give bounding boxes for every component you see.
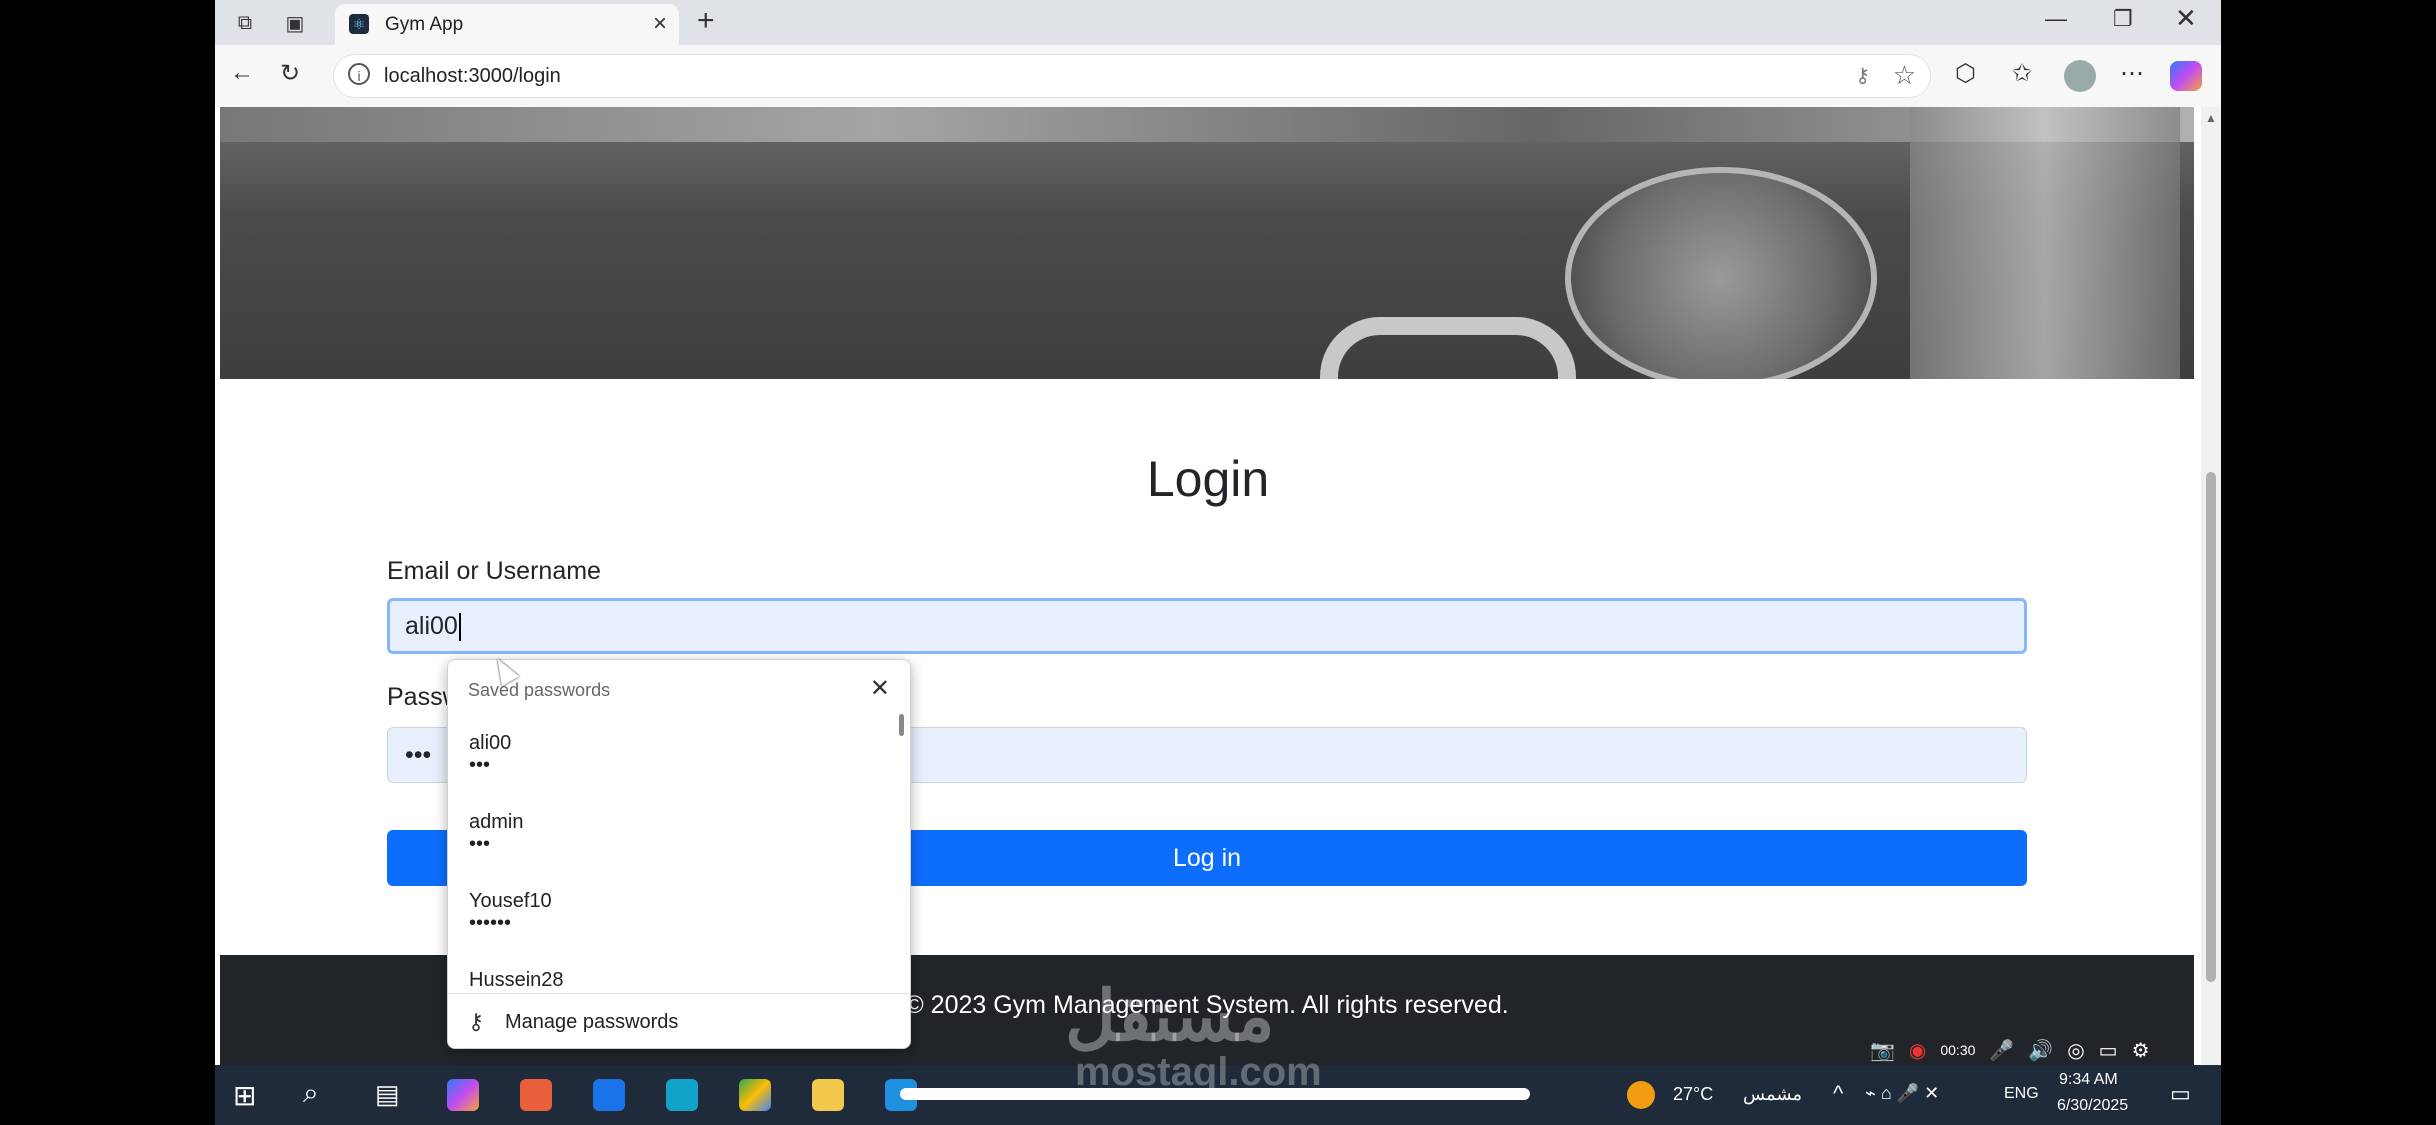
saved-password-item[interactable]: ali00 •••	[448, 710, 910, 789]
recorder-toolbar: 📷 ◉ 00:30 🎤 🔊 ◎ ▭ ⚙	[1870, 1035, 2150, 1065]
camera-icon[interactable]: 📷	[1870, 1038, 1895, 1063]
saved-password-item[interactable]: Hussein28	[448, 947, 910, 990]
more-menu-icon[interactable]: ⋯	[2120, 59, 2144, 88]
recorder-time: 00:30	[1940, 1042, 1976, 1058]
notifications-icon[interactable]: ▭	[2170, 1081, 2191, 1107]
chevron-up-icon[interactable]: ^	[1833, 1081, 1843, 1107]
outlook-icon[interactable]	[593, 1079, 625, 1111]
drive-icon[interactable]	[739, 1079, 771, 1111]
close-popup-icon[interactable]: ✕	[870, 674, 890, 703]
email-value: ali00	[405, 612, 458, 640]
weather-temp: 27°C	[1673, 1084, 1714, 1104]
scroll-up-icon[interactable]: ▲	[2205, 111, 2217, 125]
saved-username: admin	[469, 811, 524, 833]
saved-username: ali00	[469, 732, 512, 754]
saved-username: Yousef10	[469, 890, 552, 912]
tray-icons[interactable]: ⌁ ⌂ 🎤 ✕	[1865, 1083, 1939, 1104]
copilot-icon[interactable]	[2170, 61, 2202, 91]
new-tab-icon[interactable]: +	[697, 4, 715, 38]
saved-password-mask: •••	[469, 833, 491, 855]
profile-avatar[interactable]	[2064, 60, 2096, 92]
page-title: Login	[1146, 451, 1270, 507]
saved-passwords-popup: Saved passwords ✕ ali00 ••• admin ••• Yo…	[447, 659, 911, 1049]
email-label: Email or Username	[387, 557, 601, 585]
text-caret	[458, 613, 461, 642]
extensions-icon[interactable]: ⬡	[1955, 59, 1976, 88]
favorite-star-icon[interactable]: ☆	[1893, 60, 1916, 91]
url-text: localhost:3000/login	[384, 65, 561, 87]
site-info-icon[interactable]: i	[348, 63, 370, 85]
app-icon[interactable]	[666, 1079, 698, 1111]
speaker-icon[interactable]: 🔊	[2028, 1038, 2053, 1063]
saved-passwords-list: ali00 ••• admin ••• Yousef10 •••••• Huss…	[448, 710, 910, 990]
tab-title: Gym App	[385, 14, 464, 35]
password-value: •••	[405, 741, 432, 769]
watermark-arabic: مستقل	[1065, 977, 1275, 1055]
weather-sun-icon[interactable]	[1627, 1081, 1655, 1109]
close-window-icon[interactable]: ✕	[2175, 3, 2197, 34]
file-explorer-icon[interactable]	[812, 1079, 844, 1111]
email-input[interactable]: ali00	[387, 598, 2027, 654]
popup-header: Saved passwords	[468, 680, 611, 700]
hero-equipment-frame	[1910, 107, 2180, 379]
refresh-icon[interactable]: ↻	[280, 59, 300, 88]
store-icon[interactable]	[520, 1079, 552, 1111]
task-view-icon[interactable]: ▤	[375, 1079, 400, 1110]
hero-gym-image	[220, 107, 2194, 379]
password-key-icon[interactable]: ⚷	[1855, 63, 1870, 88]
react-favicon-icon: ⚛	[349, 14, 369, 34]
back-icon[interactable]: ←	[230, 59, 254, 87]
workspaces-icon[interactable]: ⧉	[230, 8, 260, 38]
start-icon[interactable]: ⊞	[233, 1079, 256, 1112]
saved-password-item[interactable]: Yousef10 ••••••	[448, 868, 910, 947]
clock-time[interactable]: 9:34 AM	[2059, 1071, 2118, 1089]
weather-text: مشمس	[1743, 1084, 1803, 1104]
close-tab-icon[interactable]: ×	[653, 10, 667, 38]
clock-date[interactable]: 6/30/2025	[2057, 1097, 2128, 1115]
favorites-icon[interactable]: ✩	[2012, 59, 2032, 88]
window-icon[interactable]: ▭	[2099, 1038, 2118, 1063]
address-bar-row: ← ↻ i localhost:3000/login ⚷ ☆ ⬡ ✩ ⋯	[215, 45, 2221, 107]
copilot-taskbar-icon[interactable]	[447, 1079, 479, 1111]
search-icon[interactable]: ⌕	[303, 1077, 319, 1110]
hero-equipment-strip	[220, 107, 2194, 142]
scrollbar-thumb[interactable]	[2206, 472, 2216, 982]
vertical-tabs-icon[interactable]: ▣	[280, 8, 310, 38]
settings-gear-icon[interactable]: ⚙	[2132, 1038, 2150, 1063]
webcam-icon[interactable]: ◎	[2067, 1038, 2084, 1063]
page-scrollbar[interactable]: ▲	[2201, 107, 2221, 1065]
saved-password-item[interactable]: admin •••	[448, 789, 910, 868]
hero-exercise-bike	[1565, 167, 1877, 379]
restore-icon[interactable]: ❐	[2113, 6, 2133, 32]
key-icon: ⚷	[468, 1009, 485, 1034]
saved-password-mask: •••	[469, 754, 491, 776]
saved-username: Hussein28	[469, 969, 564, 990]
minimize-icon[interactable]: —	[2045, 6, 2067, 32]
url-field[interactable]: i localhost:3000/login ⚷ ☆	[333, 54, 1931, 98]
manage-passwords-label: Manage passwords	[505, 1011, 679, 1033]
record-icon[interactable]: ◉	[1909, 1038, 1926, 1063]
tab-bar: ⧉ ▣ ⚛ Gym App × + — ❐ ✕	[215, 0, 2221, 45]
microphone-icon[interactable]: 🎤	[1989, 1038, 2014, 1063]
saved-password-mask: ••••••	[469, 912, 512, 934]
language-indicator[interactable]: ENG	[2004, 1085, 2039, 1103]
manage-passwords-button[interactable]: ⚷ Manage passwords	[448, 993, 910, 1048]
hero-rail	[1320, 317, 1576, 379]
tab-gym-app[interactable]: ⚛ Gym App ×	[335, 4, 679, 45]
video-scrub-bar[interactable]	[900, 1088, 1530, 1100]
